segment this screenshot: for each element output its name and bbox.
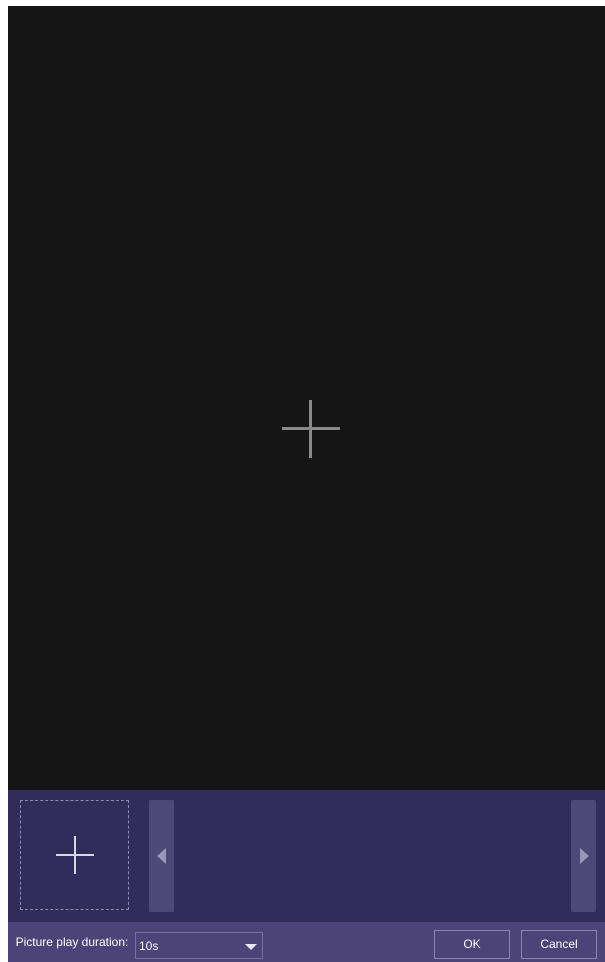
add-picture-plus-icon[interactable] — [282, 400, 340, 458]
triangle-down-icon — [245, 944, 257, 950]
cancel-button[interactable]: Cancel — [521, 930, 597, 959]
ok-button[interactable]: OK — [434, 930, 510, 959]
thumbnail-strip — [8, 790, 605, 922]
duration-selected-value: 10s — [139, 939, 159, 953]
plus-icon-vertical-stroke — [309, 400, 312, 458]
duration-label: Picture play duration: — [15, 935, 129, 949]
scroll-right-button[interactable] — [571, 800, 596, 912]
add-slot-plus-icon-vertical — [74, 836, 76, 874]
add-picture-slot[interactable] — [20, 800, 129, 910]
picture-preview-area[interactable] — [8, 6, 605, 790]
triangle-right-icon — [580, 848, 589, 864]
duration-dropdown[interactable]: 10s — [135, 932, 263, 959]
bottom-toolbar: Picture play duration: 10s OK Cancel — [8, 922, 605, 962]
picture-editor-window: Picture play duration: 10s OK Cancel — [8, 6, 605, 962]
triangle-left-icon — [157, 848, 166, 864]
scroll-left-button[interactable] — [149, 800, 174, 912]
